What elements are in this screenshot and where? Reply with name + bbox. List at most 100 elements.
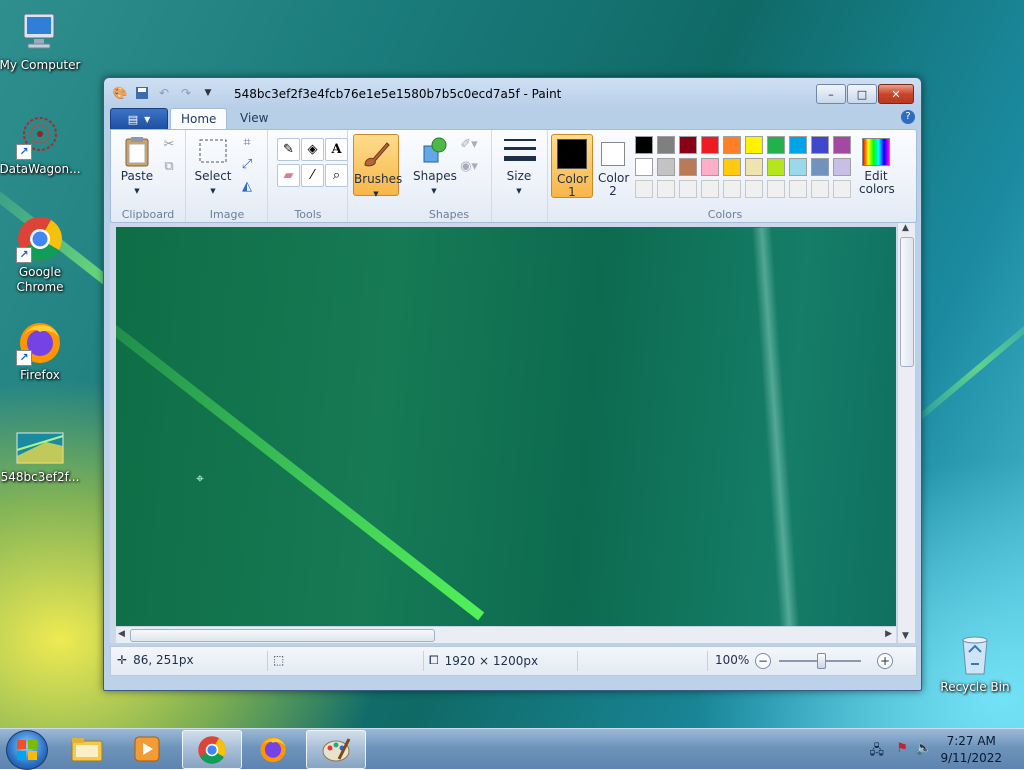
palette-swatch[interactable]	[723, 180, 741, 198]
horizontal-scrollbar[interactable]: ◀ ▶	[116, 626, 896, 643]
palette-swatch[interactable]	[635, 180, 653, 198]
eraser-icon[interactable]: ▰	[277, 164, 300, 187]
palette-swatch[interactable]	[789, 180, 807, 198]
palette-swatch[interactable]	[811, 180, 829, 198]
undo-icon[interactable]: ↶	[156, 85, 172, 101]
scroll-down-icon[interactable]: ▼	[902, 631, 909, 641]
volume-icon[interactable]: 🔈	[916, 741, 932, 756]
vertical-scrollbar[interactable]: ▲ ▼	[897, 223, 915, 643]
maximize-button[interactable]: □	[847, 84, 877, 104]
taskbar-chrome[interactable]	[182, 730, 242, 769]
paste-icon	[122, 136, 152, 167]
desktop-icon-google-chrome[interactable]: ↗ Google Chrome	[0, 215, 82, 295]
rotate-icon[interactable]: ◭	[237, 176, 257, 196]
zoom-in-button[interactable]: +	[877, 653, 893, 669]
scroll-up-icon[interactable]: ▲	[902, 223, 909, 233]
zoom-out-button[interactable]: −	[755, 653, 771, 669]
cut-icon[interactable]: ✂	[159, 134, 179, 154]
palette-swatch[interactable]	[679, 158, 697, 176]
palette-swatch[interactable]	[833, 158, 851, 176]
taskbar-explorer[interactable]	[58, 730, 116, 767]
palette-swatch[interactable]	[635, 136, 653, 154]
brushes-button[interactable]: Brushes ▼	[353, 134, 402, 198]
paint-app-icon[interactable]: 🎨	[112, 85, 128, 101]
shapes-button[interactable]: Shapes ▼	[413, 136, 457, 198]
horizontal-scroll-thumb[interactable]	[130, 629, 435, 642]
palette-swatch[interactable]	[679, 180, 697, 198]
cursor-position: ✛ 86, 251px	[117, 653, 194, 667]
window-title: 548bc3ef2f3e4fcb76e1e5e1580b7b5c0ecd7a5f…	[234, 87, 562, 101]
paint-menu-button[interactable]: ▤ ▼	[110, 108, 168, 130]
fill-icon[interactable]: ◈	[301, 138, 324, 161]
start-button[interactable]	[6, 730, 48, 770]
palette-swatch[interactable]	[635, 158, 653, 176]
palette-swatch[interactable]	[833, 136, 851, 154]
palette-swatch[interactable]	[657, 158, 675, 176]
desktop-icon-firefox[interactable]: ↗ Firefox	[0, 318, 82, 383]
tab-home[interactable]: Home	[170, 108, 228, 130]
zoom-slider-handle[interactable]	[817, 653, 826, 669]
palette-swatch[interactable]	[767, 180, 785, 198]
crop-icon[interactable]: ⌗	[237, 132, 257, 152]
size-button[interactable]: Size ▼	[499, 136, 539, 198]
palette-swatch[interactable]	[723, 158, 741, 176]
copy-icon[interactable]: ⧉	[159, 156, 179, 176]
action-center-flag-icon[interactable]: ⚑	[896, 741, 908, 756]
tab-view[interactable]: View	[230, 108, 278, 129]
save-icon[interactable]	[134, 85, 150, 101]
desktop-icon-datawagon[interactable]: ↗ DataWagon...	[0, 112, 82, 177]
desktop-icon-label: 548bc3ef2f...	[0, 470, 80, 484]
clock[interactable]: 7:27 AM 9/11/2022	[940, 733, 1002, 767]
color1-button[interactable]: Color 1	[551, 134, 593, 199]
desktop-icon-recycle-bin[interactable]: Recycle Bin	[933, 630, 1017, 695]
palette-swatch[interactable]	[789, 136, 807, 154]
help-icon[interactable]: ?	[901, 110, 915, 124]
magnifier-icon[interactable]: ⌕	[325, 164, 348, 187]
customize-qat-icon[interactable]: ▼	[200, 85, 216, 101]
network-icon[interactable]: 🖧	[870, 741, 885, 763]
desktop-icon-my-computer[interactable]: My Computer	[0, 8, 82, 73]
palette-swatch[interactable]	[701, 180, 719, 198]
taskbar-firefox[interactable]	[244, 730, 302, 767]
palette-swatch[interactable]	[657, 136, 675, 154]
recycle-bin-icon	[951, 630, 999, 678]
close-button[interactable]: ✕	[878, 84, 914, 104]
drawing-canvas[interactable]: ⌖	[116, 227, 896, 639]
outline-icon[interactable]: ✐▾	[459, 134, 479, 154]
color-picker-icon[interactable]: ⁄	[301, 164, 324, 187]
desktop-icon-image-file[interactable]: 548bc3ef2f...	[0, 432, 82, 485]
select-button[interactable]: Select ▼	[193, 136, 233, 198]
palette-swatch[interactable]	[833, 180, 851, 198]
resize-icon[interactable]: ⤢	[237, 154, 257, 174]
paste-button[interactable]: Paste ▼	[117, 136, 157, 198]
desktop-icon-label: Firefox	[20, 368, 60, 382]
vertical-scroll-thumb[interactable]	[900, 237, 914, 367]
edit-colors-button[interactable]: Edit colors	[855, 134, 897, 196]
image-size-icon: ⧠	[429, 653, 439, 667]
palette-swatch[interactable]	[745, 136, 763, 154]
scroll-right-icon[interactable]: ▶	[885, 629, 892, 639]
pencil-icon[interactable]: ✎	[277, 138, 300, 161]
palette-swatch[interactable]	[745, 180, 763, 198]
taskbar-paint[interactable]	[306, 730, 366, 769]
minimize-button[interactable]: –	[816, 84, 846, 104]
palette-swatch[interactable]	[657, 180, 675, 198]
taskbar-media-player[interactable]	[118, 730, 176, 767]
palette-swatch[interactable]	[701, 158, 719, 176]
scroll-left-icon[interactable]: ◀	[118, 629, 125, 639]
color2-button[interactable]: Color 2	[593, 134, 633, 198]
palette-swatch[interactable]	[789, 158, 807, 176]
palette-swatch[interactable]	[767, 158, 785, 176]
text-icon[interactable]: A	[325, 138, 348, 161]
palette-swatch[interactable]	[811, 136, 829, 154]
palette-swatch[interactable]	[767, 136, 785, 154]
palette-swatch[interactable]	[723, 136, 741, 154]
palette-swatch[interactable]	[811, 158, 829, 176]
taskbar: 🖧 ⚑ 🔈 7:27 AM 9/11/2022	[0, 728, 1024, 770]
palette-swatch[interactable]	[701, 136, 719, 154]
palette-swatch[interactable]	[745, 158, 763, 176]
redo-icon[interactable]: ↷	[178, 85, 194, 101]
title-bar[interactable]: 🎨 ↶ ↷ ▼ 548bc3ef2f3e4fcb76e1e5e1580b7b5c…	[104, 78, 921, 106]
fill-shape-icon[interactable]: ◉▾	[459, 156, 479, 176]
palette-swatch[interactable]	[679, 136, 697, 154]
